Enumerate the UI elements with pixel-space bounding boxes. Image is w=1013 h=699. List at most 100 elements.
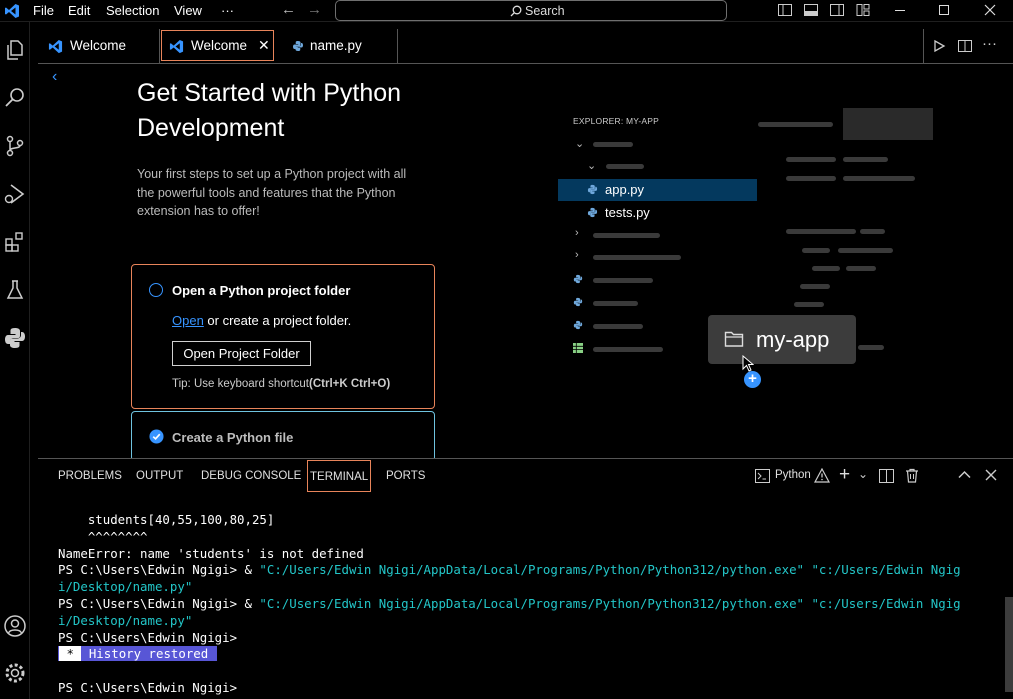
step-create-file[interactable]: Create a Python file [131,411,435,458]
terminal-icon [755,469,770,483]
search-box[interactable]: Search [335,0,727,21]
search-sidebar-icon[interactable] [3,86,27,110]
tab-label: Welcome [191,38,248,53]
step-text: Open or create a project folder. [172,313,351,328]
search-label: Search [525,4,565,18]
editor-actions: ··· [923,29,1013,63]
tab-label: name.py [310,38,362,53]
history-restored-badge: * History restored [58,646,217,662]
new-terminal-plus-icon[interactable]: + [839,464,850,486]
terminal-line: * History restored [58,646,998,663]
maximize-icon[interactable] [936,2,952,18]
terminal-line: ^^^^^^^^ [58,528,148,544]
customize-layout-icon[interactable] [855,2,871,18]
more-actions-icon[interactable]: ··· [982,35,997,52]
trash-icon[interactable] [905,468,919,483]
menu-edit[interactable]: Edit [68,3,90,18]
panel-tab-terminal[interactable]: TERMINAL [307,460,372,492]
terminal-line: i/Desktop/name.py" [58,612,193,628]
illustration-file-tests: tests.py [605,205,650,220]
explorer-icon[interactable] [3,38,27,62]
forward-arrow-icon[interactable]: → [307,1,322,18]
extensions-icon[interactable] [3,230,27,254]
vscode-icon [48,39,63,54]
menu-more[interactable]: ··· [221,3,234,18]
menu-file[interactable]: File [33,3,54,18]
step-text-rest: or create a project folder. [203,313,352,328]
panel-tab-ports[interactable]: PORTS [386,470,425,482]
explorer-illustration: EXPLORER: MY-APP ⌄ ⌄ app.py tests.py › › [558,104,938,404]
illustration-file-app: app.py [605,182,645,197]
testing-flask-icon[interactable] [3,278,27,302]
step-title: Create a Python file [172,430,294,445]
tab-welcome-1[interactable]: Welcome [38,29,160,63]
open-link[interactable]: Open [172,313,204,328]
step-title: Open a Python project folder [172,283,351,298]
run-icon[interactable] [932,39,946,53]
tip-shortcut: (Ctrl+K Ctrl+O) [309,378,391,390]
terminal-output[interactable]: students[40,55,100,80,25] ^^^^^^^^ NameEr… [58,512,998,697]
step-incomplete-circle-icon [149,283,163,297]
run-debug-icon[interactable] [3,182,27,206]
bottom-panel: PROBLEMS OUTPUT DEBUG CONSOLE TERMINAL P… [38,458,1013,699]
vscode-icon [169,39,184,54]
accounts-icon[interactable] [3,614,27,638]
python-icon [587,207,598,218]
menu-selection[interactable]: Selection [106,3,159,18]
terminal-line: PS C:\Users\Edwin Ngigi> & "C:/Users/Edw… [58,562,998,579]
terminal-profile-label[interactable]: Python [775,469,811,481]
toggle-panel-icon[interactable] [803,2,819,18]
menu-view[interactable]: View [174,3,202,18]
tab-name-py[interactable]: name.py [275,29,398,63]
terminal-line: NameError: name 'students' is not define… [58,545,364,561]
warning-icon[interactable] [814,468,830,483]
back-arrow-icon[interactable]: ← [281,1,296,18]
folder-icon [724,331,744,347]
title-bar: File Edit Selection View ··· ← → Search [0,0,1013,22]
terminal-command: "C:/Users/Edwin Ngigi/AppData/Local/Prog… [259,562,961,578]
python-icon [587,184,598,195]
open-project-folder-button[interactable]: Open Project Folder [172,341,311,366]
terminal-scrollbar[interactable] [1005,597,1013,692]
python-icon [293,41,303,51]
illustration-header: EXPLORER: MY-APP [573,116,660,126]
back-chevron-icon[interactable]: ‹ [52,68,57,86]
terminal-prompt: PS C:\Users\Edwin Ngigi> & [58,562,260,578]
close-panel-icon[interactable] [985,469,997,481]
panel-tab-output[interactable]: OUTPUT [136,470,183,482]
terminal-command: "C:/Users/Edwin Ngigi/AppData/Local/Prog… [259,595,961,611]
page-description: Your first steps to set up a Python proj… [137,167,407,218]
source-control-icon[interactable] [3,134,27,158]
minimize-icon[interactable] [892,2,908,18]
maximize-panel-chevron-up-icon[interactable] [958,470,971,479]
tab-label: Welcome [70,38,127,53]
chevron-down-icon[interactable]: ⌄ [858,467,868,481]
toggle-secondary-sidebar-icon[interactable] [829,2,845,18]
close-window-icon[interactable] [982,2,998,18]
history-label: History restored [81,646,216,662]
tab-welcome-active[interactable]: Welcome ✕ [161,30,274,61]
settings-gear-icon[interactable] [3,661,27,685]
python-extension-icon[interactable] [3,326,27,350]
welcome-page: ‹ Get Started with Python Development Yo… [38,64,1013,458]
chevron-right-icon: › [575,227,579,239]
activity-bar [0,22,30,699]
terminal-line: students[40,55,100,80,25] [58,512,275,527]
step-open-folder[interactable]: Open a Python project folder Open or cre… [131,264,435,409]
terminal-line: i/Desktop/name.py" [58,579,193,595]
close-tab-icon[interactable]: ✕ [258,37,270,54]
drag-folder-label: my-app [756,327,830,352]
terminal-prompt: PS C:\Users\Edwin Ngigi> & [58,595,260,611]
toggle-primary-sidebar-icon[interactable] [777,2,793,18]
step-complete-check-icon [149,429,164,444]
split-terminal-icon[interactable] [879,469,894,483]
split-editor-icon[interactable] [957,38,973,54]
terminal-line: PS C:\Users\Edwin Ngigi> & "C:/Users/Edw… [58,596,998,613]
history-star: * [59,646,82,662]
terminal-line: PS C:\Users\Edwin Ngigi> [58,679,238,695]
panel-tab-debug-console[interactable]: DEBUG CONSOLE [201,470,301,482]
chevron-down-icon: ⌄ [587,160,597,172]
illustration-block [843,108,933,140]
panel-tab-problems[interactable]: PROBLEMS [58,470,122,482]
